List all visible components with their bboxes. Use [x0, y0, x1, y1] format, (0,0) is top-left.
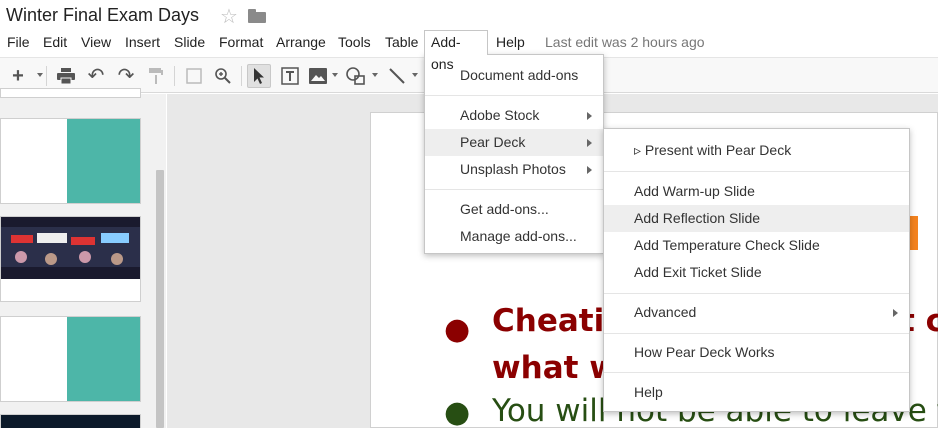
menu-tools[interactable]: Tools [332, 30, 377, 54]
slide-thumbnail[interactable] [0, 118, 141, 204]
menu-item-add-temperature-check-slide[interactable]: Add Temperature Check Slide [604, 232, 909, 259]
menu-help[interactable]: Help [490, 30, 531, 54]
slide-thumbnail[interactable] [0, 316, 141, 402]
menu-item-get-addons[interactable]: Get add-ons... [425, 196, 603, 223]
submenu-arrow-icon [893, 309, 898, 317]
menu-bar: File Edit View Insert Slide Format Arran… [0, 30, 938, 72]
zoom-fit-icon[interactable] [182, 64, 206, 88]
menu-arrange[interactable]: Arrange [270, 30, 332, 54]
redo-icon[interactable]: ↷ [114, 64, 138, 88]
shape-dropdown-icon[interactable] [372, 73, 378, 77]
menu-item-add-warmup-slide[interactable]: Add Warm-up Slide [604, 178, 909, 205]
submenu-arrow-icon [587, 166, 592, 174]
star-icon[interactable]: ☆ [220, 4, 238, 29]
slide-text-line[interactable]: what w [492, 350, 618, 386]
menu-table[interactable]: Table [379, 30, 424, 54]
menu-item-add-reflection-slide[interactable]: Add Reflection Slide [604, 205, 909, 232]
undo-icon[interactable]: ↶ [84, 64, 108, 88]
menu-item-unsplash-photos[interactable]: Unsplash Photos [425, 156, 603, 183]
select-tool-icon[interactable] [247, 64, 271, 88]
new-slide-dropdown-icon[interactable] [37, 73, 43, 77]
menu-item-manage-addons[interactable]: Manage add-ons... [425, 223, 603, 250]
print-icon[interactable] [54, 64, 78, 88]
menu-item-help[interactable]: Help [604, 379, 909, 406]
text-box-icon[interactable] [278, 64, 302, 88]
submenu-arrow-icon [587, 112, 592, 120]
image-icon[interactable] [306, 64, 330, 88]
new-slide-icon[interactable]: + [6, 64, 30, 88]
menu-item-advanced[interactable]: Advanced [604, 299, 909, 326]
menu-item-present-with-pear-deck[interactable]: ▹ Present with Pear Deck [604, 137, 909, 164]
slide-thumbnail[interactable] [0, 414, 141, 428]
slides-editor: Winter Final Exam Days ☆ File Edit View … [0, 0, 938, 428]
document-title[interactable]: Winter Final Exam Days [6, 5, 199, 26]
menu-insert[interactable]: Insert [119, 30, 166, 54]
slide-filmstrip [0, 88, 166, 428]
bullet-marker: ● [444, 312, 471, 347]
menu-item-add-exit-ticket-slide[interactable]: Add Exit Ticket Slide [604, 259, 909, 286]
paint-format-icon[interactable] [144, 64, 168, 88]
menu-file[interactable]: File [1, 30, 36, 54]
last-edit-status[interactable]: Last edit was 2 hours ago [545, 30, 705, 54]
submenu-arrow-icon [587, 139, 592, 147]
menu-format[interactable]: Format [213, 30, 269, 54]
menu-item-adobe-stock[interactable]: Adobe Stock [425, 102, 603, 129]
menu-view[interactable]: View [75, 30, 117, 54]
slide-thumbnail[interactable] [0, 88, 141, 98]
filmstrip-scrollbar[interactable] [156, 170, 164, 428]
slide-thumbnail[interactable] [0, 216, 141, 302]
addons-menu: Document add-ons Adobe Stock Pear Deck U… [424, 54, 604, 254]
menu-item-how-pear-deck-works[interactable]: How Pear Deck Works [604, 339, 909, 366]
menu-edit[interactable]: Edit [37, 30, 73, 54]
shape-icon[interactable] [344, 64, 368, 88]
bullet-marker: ● [444, 395, 471, 428]
image-dropdown-icon[interactable] [332, 73, 338, 77]
line-icon[interactable] [385, 64, 409, 88]
zoom-icon[interactable] [211, 64, 235, 88]
menu-slide[interactable]: Slide [168, 30, 211, 54]
folder-icon[interactable] [248, 9, 266, 23]
menu-item-pear-deck[interactable]: Pear Deck [425, 129, 603, 156]
line-dropdown-icon[interactable] [412, 73, 418, 77]
pear-deck-submenu: ▹ Present with Pear Deck Add Warm-up Sli… [603, 128, 910, 412]
menu-addons[interactable]: Add-ons [424, 30, 488, 72]
